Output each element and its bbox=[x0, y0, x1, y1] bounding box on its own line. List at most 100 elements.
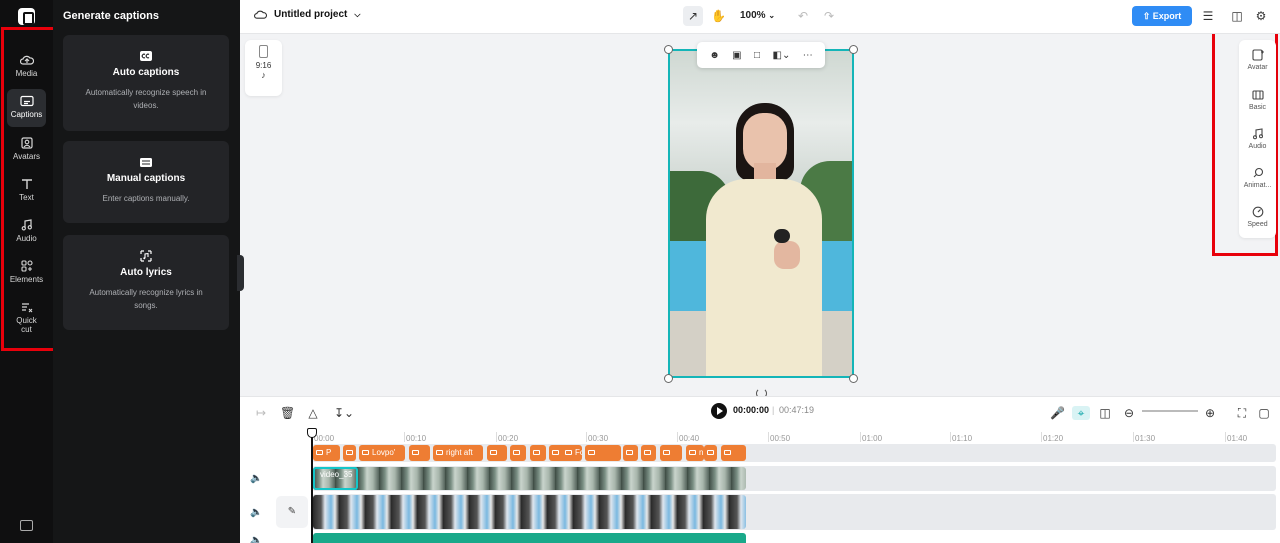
caption-clip[interactable] bbox=[721, 445, 746, 461]
caption-clip-icon bbox=[552, 450, 559, 456]
caption-clip[interactable] bbox=[409, 445, 430, 461]
image-clips[interactable] bbox=[313, 495, 746, 529]
caption-clip[interactable] bbox=[585, 445, 621, 461]
keyboard-shortcuts-icon[interactable] bbox=[20, 520, 33, 531]
caption-clip[interactable] bbox=[641, 445, 656, 461]
cloud-icon bbox=[254, 10, 267, 19]
panel-collapse-handle[interactable] bbox=[237, 255, 244, 291]
caption-clip-icon bbox=[490, 450, 497, 456]
ruler-tick bbox=[677, 432, 678, 442]
video-person-mic bbox=[774, 229, 790, 243]
caption-clip[interactable]: n bbox=[686, 445, 704, 461]
mirror-icon[interactable]: △ bbox=[306, 406, 320, 420]
playhead-handle[interactable] bbox=[307, 428, 317, 438]
right-item-audio[interactable]: Audio bbox=[1239, 128, 1276, 150]
right-item-speed[interactable]: Speed bbox=[1239, 206, 1276, 228]
magnet-icon[interactable]: ⌖ bbox=[1072, 406, 1090, 420]
caption-clip[interactable]: For bbox=[562, 445, 582, 461]
resize-handle-tl[interactable] bbox=[664, 45, 673, 54]
caption-clip-text: P bbox=[326, 448, 332, 457]
aspect-ratio-card[interactable]: 9:16 ♪ bbox=[245, 40, 282, 96]
more-icon[interactable]: ⋯ bbox=[803, 50, 813, 61]
resize-handle-tr[interactable] bbox=[849, 45, 858, 54]
caption-clip-icon bbox=[588, 450, 595, 456]
edit-track-button[interactable]: ✎ bbox=[276, 496, 308, 528]
auto-captions-desc: Automatically recognize speech in videos… bbox=[85, 88, 207, 110]
auto-lyrics-card[interactable]: Auto lyrics Automatically recognize lyri… bbox=[63, 235, 229, 330]
microphone-icon[interactable]: 🎤 bbox=[1050, 406, 1065, 420]
add-image-icon[interactable]: ▣ bbox=[732, 50, 741, 61]
resize-handle-br[interactable] bbox=[849, 374, 858, 383]
playhead[interactable] bbox=[311, 428, 313, 543]
delete-icon[interactable]: 🗑 bbox=[280, 406, 295, 420]
caption-clip-text: right aft bbox=[446, 448, 473, 457]
right-label-basic: Basic bbox=[1248, 104, 1267, 111]
caption-clip-icon bbox=[724, 450, 731, 456]
auto-captions-card[interactable]: Auto captions Automatically recognize sp… bbox=[63, 35, 229, 131]
audio-clip[interactable] bbox=[313, 533, 746, 543]
right-item-avatar[interactable]: Avatar bbox=[1239, 49, 1276, 71]
caption-clip[interactable] bbox=[704, 445, 717, 461]
split-cursor-icon[interactable]: ↦ bbox=[254, 406, 268, 420]
music-sparkle-icon bbox=[139, 249, 153, 262]
person-detect-icon[interactable]: ☻ bbox=[709, 50, 720, 61]
export-button[interactable]: ⇧ Export bbox=[1132, 6, 1192, 26]
undo-icon[interactable]: ↶ bbox=[796, 9, 810, 23]
app-logo[interactable] bbox=[18, 8, 35, 25]
preview-icon[interactable]: ▢ bbox=[1257, 406, 1271, 420]
video-clip[interactable] bbox=[313, 467, 746, 490]
caption-clip-icon bbox=[533, 450, 540, 456]
right-item-basic[interactable]: Basic bbox=[1239, 89, 1276, 111]
ruler-label: 01:10 bbox=[952, 434, 973, 443]
play-button[interactable] bbox=[711, 403, 727, 419]
video-preview[interactable] bbox=[668, 49, 854, 378]
crop-icon[interactable]: □ bbox=[754, 50, 760, 61]
right-label-animation: Animat... bbox=[1243, 182, 1272, 189]
right-property-bar: Avatar Basic Audio Animat... Speed bbox=[1239, 40, 1276, 238]
caption-clip[interactable]: Lovpo' bbox=[359, 445, 405, 461]
layers-icon[interactable]: ☰ bbox=[1201, 9, 1215, 23]
ruler-label: 00:10 bbox=[406, 434, 427, 443]
caption-clip-icon bbox=[436, 450, 443, 456]
manual-captions-card[interactable]: Manual captions Enter captions manually. bbox=[63, 141, 229, 223]
caption-clip[interactable] bbox=[530, 445, 546, 461]
layout-icon[interactable]: ◫ bbox=[1230, 9, 1244, 23]
caption-clip-icon bbox=[689, 450, 696, 456]
chevron-down-icon: ⌄ bbox=[768, 11, 776, 20]
right-item-animation[interactable]: Animat... bbox=[1239, 167, 1276, 189]
split-icon[interactable]: ◫ bbox=[1098, 406, 1112, 420]
redo-icon[interactable]: ↷ bbox=[822, 9, 836, 23]
zoom-dropdown[interactable]: 100% ⌄ bbox=[740, 10, 775, 21]
fullscreen-icon[interactable]: ⛶ bbox=[1235, 406, 1249, 420]
ruler-tick bbox=[1041, 432, 1042, 442]
replace-icon[interactable]: ◧⌄ bbox=[773, 50, 791, 61]
speed-icon bbox=[1252, 206, 1264, 218]
resize-handle-bl[interactable] bbox=[664, 374, 673, 383]
project-name-button[interactable]: Untitled project ⌵ bbox=[254, 9, 360, 20]
speaker-icon[interactable]: 🔈 bbox=[250, 473, 262, 484]
captions-panel: Generate captions Auto captions Automati… bbox=[53, 0, 240, 543]
timeline-zoom-slider[interactable] bbox=[1142, 410, 1198, 412]
caption-clip[interactable] bbox=[510, 445, 526, 461]
speaker-icon[interactable]: 🔈 bbox=[250, 535, 262, 543]
download-icon[interactable]: ↧⌄ bbox=[332, 406, 356, 420]
caption-clip[interactable] bbox=[623, 445, 638, 461]
speaker-icon[interactable]: 🔈 bbox=[250, 507, 262, 518]
caption-clip[interactable] bbox=[660, 445, 682, 461]
caption-clip-icon bbox=[626, 450, 633, 456]
caption-clip[interactable]: right aft bbox=[433, 445, 483, 461]
hand-tool-icon[interactable]: ✋ bbox=[711, 9, 726, 23]
caption-clip[interactable] bbox=[343, 445, 356, 461]
caption-clip[interactable]: P bbox=[313, 445, 340, 461]
caption-clip[interactable] bbox=[487, 445, 507, 461]
video-person-arm bbox=[774, 241, 800, 269]
video-person-dress bbox=[706, 179, 822, 376]
zoom-in-icon[interactable]: ⊕ bbox=[1203, 406, 1217, 420]
ruler-tick bbox=[950, 432, 951, 442]
zoom-out-icon[interactable]: ⊖ bbox=[1122, 406, 1136, 420]
zoom-value: 100% bbox=[740, 10, 766, 21]
panel-title: Generate captions bbox=[63, 10, 159, 22]
gear-icon[interactable]: ⚙ bbox=[1254, 9, 1268, 23]
right-label-avatar: Avatar bbox=[1247, 64, 1268, 71]
caption-clip-icon bbox=[346, 450, 353, 456]
